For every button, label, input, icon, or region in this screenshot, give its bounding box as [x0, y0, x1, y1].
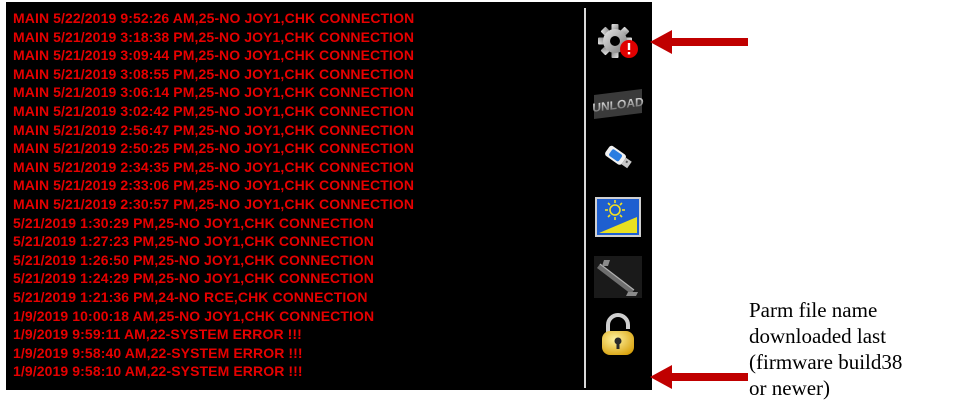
- log-entry: MAIN 5/21/2019 3:02:42 PM,25-NO JOY1,CHK…: [13, 102, 415, 119]
- log-entry: 1/9/2019 10:00:18 AM,25-NO JOY1,CHK CONN…: [13, 307, 375, 324]
- brightness-icon: [595, 197, 641, 237]
- log-entry: 1/9/2019 9:58:10 AM,22-SYSTEM ERROR !!!: [13, 363, 303, 380]
- usb-button[interactable]: [592, 134, 644, 180]
- padlock-icon: [602, 313, 634, 355]
- log-entry: MAIN 5/21/2019 3:09:44 PM,25-NO JOY1,CHK…: [13, 47, 415, 64]
- callout-arrow-top: [650, 30, 748, 54]
- log-entry: 5/21/2019 1:27:23 PM,25-NO JOY1,CHK CONN…: [13, 233, 374, 250]
- log-entry: MAIN 5/21/2019 2:56:47 PM,25-NO JOY1,CHK…: [13, 121, 415, 138]
- log-entry: 5/21/2019 1:26:50 PM,25-NO JOY1,CHK CONN…: [13, 251, 374, 268]
- callout-arrow-bottom: [650, 365, 748, 389]
- log-entry: 1/9/2019 9:59:11 AM,22-SYSTEM ERROR !!!: [13, 326, 302, 343]
- log-entry: MAIN 5/21/2019 3:08:55 PM,25-NO JOY1,CHK…: [13, 65, 415, 82]
- callout-note-line: (firmware build38: [749, 350, 903, 374]
- log-entry: MAIN 5/22/2019 9:52:26 AM,25-NO JOY1,CHK…: [13, 10, 415, 26]
- unload-icon: UNLOAD: [592, 89, 644, 119]
- lock-button[interactable]: [592, 312, 644, 358]
- settings-alert-button[interactable]: [592, 18, 644, 64]
- log-entry: 5/21/2019 1:24:29 PM,25-NO JOY1,CHK CONN…: [13, 270, 374, 287]
- unload-button[interactable]: UNLOAD: [592, 80, 644, 126]
- controller-screen: MAIN 5/22/2019 9:52:26 AM,25-NO JOY1,CHK…: [6, 2, 652, 390]
- sidebar-divider: [584, 8, 586, 388]
- callout-note-line: or newer): [749, 376, 831, 400]
- log-entry: MAIN 5/21/2019 2:30:57 PM,25-NO JOY1,CHK…: [13, 195, 415, 212]
- log-entry: MAIN 5/21/2019 2:33:06 PM,25-NO JOY1,CHK…: [13, 177, 415, 194]
- callout-note-line: downloaded last: [749, 324, 887, 348]
- log-entry: MAIN 5/21/2019 3:06:14 PM,25-NO JOY1,CHK…: [13, 84, 415, 101]
- log-entry: MAIN 5/21/2019 2:34:35 PM,25-NO JOY1,CHK…: [13, 158, 415, 175]
- log-entry: 5/21/2019 1:21:36 PM,24-NO RCE,CHK CONNE…: [13, 288, 368, 305]
- log-entry: 5/21/2019 1:30:29 PM,25-NO JOY1,CHK CONN…: [13, 214, 374, 231]
- error-log-list[interactable]: MAIN 5/22/2019 9:52:26 AM,25-NO JOY1,CHK…: [13, 9, 583, 387]
- log-entry: 1/9/2019 9:58:40 AM,22-SYSTEM ERROR !!!: [13, 344, 303, 361]
- boom-button[interactable]: [592, 254, 644, 300]
- boom-arm-icon: [594, 256, 642, 298]
- display-brightness-button[interactable]: [592, 194, 644, 240]
- usb-drive-icon: [605, 145, 632, 169]
- gear-alert-icon: [598, 24, 638, 58]
- log-entry: MAIN 5/21/2019 3:18:38 PM,25-NO JOY1,CHK…: [13, 28, 415, 45]
- log-entry: MAIN 5/21/2019 2:50:25 PM,25-NO JOY1,CHK…: [13, 140, 415, 157]
- callout-note: Parm file name downloaded last (firmware…: [749, 297, 902, 401]
- callout-note-line: Parm file name: [749, 298, 878, 322]
